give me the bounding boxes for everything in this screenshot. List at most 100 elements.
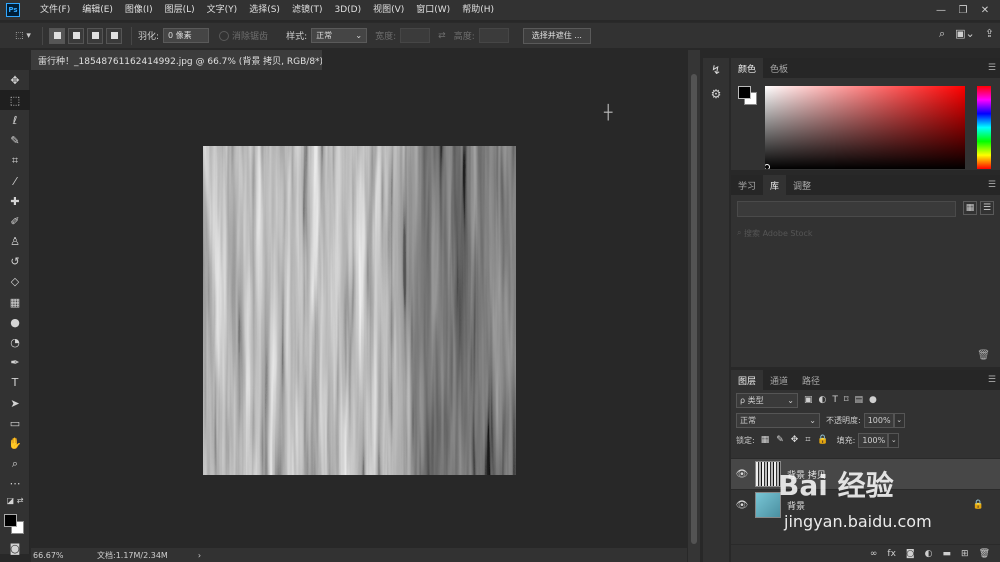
lock-position-icon[interactable]: ✥: [791, 435, 799, 445]
menu-help[interactable]: 帮助(H): [456, 0, 500, 20]
panel-foreground-swatch[interactable]: [738, 86, 751, 99]
zoom-tool-icon[interactable]: ⌕: [0, 454, 30, 474]
tab-color[interactable]: 颜色: [731, 58, 764, 78]
properties-panel-icon[interactable]: ⚙: [703, 82, 729, 106]
height-input[interactable]: [478, 28, 509, 43]
pen-tool-icon[interactable]: ✒: [0, 353, 30, 373]
hand-tool-icon[interactable]: ✋: [0, 433, 30, 453]
lock-transparency-icon[interactable]: ▦: [761, 435, 770, 445]
document-tab[interactable]: 雷行种！_18548761162414992.jpg @ 66.7% (背景 拷…: [31, 50, 322, 70]
lock-artboard-icon[interactable]: ⌗: [805, 435, 810, 445]
rectangle-tool-icon[interactable]: ▭: [0, 413, 30, 433]
quick-select-tool-icon[interactable]: ✎: [0, 131, 30, 151]
trash-icon[interactable]: 🗑: [979, 549, 990, 559]
menu-select[interactable]: 选择(S): [243, 0, 286, 20]
history-panel-icon[interactable]: ↯: [703, 58, 729, 82]
lasso-tool-icon[interactable]: ℓ: [0, 110, 30, 130]
foreground-color-swatch[interactable]: [4, 513, 17, 527]
tab-libraries[interactable]: 库: [763, 175, 787, 195]
menu-view[interactable]: 视图(V): [367, 0, 410, 20]
style-select[interactable]: 正常 ⌄: [311, 28, 368, 43]
panel-menu-icon[interactable]: ☰: [988, 63, 996, 73]
chevron-right-icon[interactable]: ›: [198, 551, 201, 560]
marquee-preset-icon[interactable]: ⬚ ▾: [10, 27, 36, 45]
panel-menu-icon[interactable]: ☰: [988, 180, 996, 190]
history-brush-tool-icon[interactable]: ↺: [0, 252, 30, 272]
library-search[interactable]: ⌕ 搜索 Adobe Stock: [737, 225, 992, 241]
hue-slider[interactable]: [977, 86, 991, 169]
eye-icon[interactable]: 👁: [731, 469, 753, 480]
fx-icon[interactable]: fx: [887, 549, 896, 559]
list-view-icon[interactable]: ☰: [980, 201, 994, 215]
type-tool-icon[interactable]: T: [0, 373, 30, 393]
select-and-mask-button[interactable]: 选择并遮住 ...: [522, 27, 591, 44]
more-tools-icon[interactable]: ⋯: [0, 474, 30, 494]
tab-swatches[interactable]: 色板: [763, 58, 795, 78]
adjustment-icon[interactable]: ◐: [925, 549, 933, 559]
menu-edit[interactable]: 编辑(E): [76, 0, 119, 20]
eraser-tool-icon[interactable]: ◇: [0, 272, 30, 292]
gradient-tool-icon[interactable]: ▦: [0, 292, 30, 312]
antialias-checkbox[interactable]: [219, 30, 230, 41]
menu-file[interactable]: 文件(F): [34, 0, 76, 20]
search-icon[interactable]: ⌕: [939, 27, 945, 41]
share-icon[interactable]: ⇪: [985, 27, 994, 41]
shape-filter-icon[interactable]: ⌑: [844, 395, 849, 405]
lock-all-icon[interactable]: 🔒: [817, 435, 828, 445]
eye-icon[interactable]: 👁: [731, 500, 753, 511]
path-select-tool-icon[interactable]: ➤: [0, 393, 30, 413]
lock-icon[interactable]: 🔒: [973, 500, 984, 510]
menu-type[interactable]: 文字(Y): [201, 0, 244, 20]
filter-toggle-icon[interactable]: ●: [869, 395, 877, 405]
new-selection-button[interactable]: [49, 27, 65, 44]
blend-mode-select[interactable]: 正常 ⌄: [736, 412, 820, 428]
vertical-scrollbar[interactable]: [688, 50, 700, 562]
swap-icon[interactable]: ⇄: [438, 31, 446, 41]
link-icon[interactable]: ∞: [870, 549, 878, 559]
fill-input[interactable]: 100%: [858, 432, 889, 448]
adjustment-filter-icon[interactable]: ◐: [819, 395, 827, 405]
blur-tool-icon[interactable]: ●: [0, 312, 30, 332]
workspace-icon[interactable]: ▣⌄: [955, 27, 975, 41]
library-select[interactable]: [737, 201, 956, 217]
smart-object-filter-icon[interactable]: ▤: [855, 395, 864, 405]
crop-tool-icon[interactable]: ⌗: [0, 151, 30, 171]
menu-layer[interactable]: 图层(L): [159, 0, 201, 20]
add-selection-button[interactable]: [68, 27, 84, 44]
layer-row-background[interactable]: 👁 背景 🔒: [731, 489, 1000, 520]
intersect-selection-button[interactable]: [106, 27, 122, 44]
chevron-down-icon[interactable]: ⌄: [888, 432, 900, 448]
restore-button[interactable]: ❐: [952, 0, 974, 20]
image-canvas[interactable]: [203, 146, 516, 475]
minimize-button[interactable]: —: [930, 0, 952, 20]
dodge-tool-icon[interactable]: ◔: [0, 332, 30, 352]
menu-3d[interactable]: 3D(D): [328, 0, 367, 20]
feather-input[interactable]: 0 像素: [163, 28, 210, 43]
tab-adjustments[interactable]: 调整: [786, 175, 818, 195]
quick-mask-icon[interactable]: ◙: [0, 538, 30, 558]
color-spectrum[interactable]: [765, 86, 965, 169]
type-filter-icon[interactable]: T: [832, 395, 838, 405]
tab-paths[interactable]: 路径: [795, 370, 827, 390]
opacity-input[interactable]: 100%: [863, 412, 894, 428]
menu-image[interactable]: 图像(I): [119, 0, 159, 20]
subtract-selection-button[interactable]: [87, 27, 103, 44]
new-layer-icon[interactable]: ⊞: [961, 549, 969, 559]
image-filter-icon[interactable]: ▣: [804, 395, 813, 405]
marquee-tool-icon[interactable]: ⬚: [0, 90, 30, 111]
menu-window[interactable]: 窗口(W): [410, 0, 456, 20]
eyedropper-tool-icon[interactable]: ⁄: [0, 171, 30, 191]
lock-pixels-icon[interactable]: ✎: [776, 435, 784, 445]
group-icon[interactable]: ▬: [943, 549, 952, 559]
zoom-level[interactable]: 66.67%: [33, 551, 93, 560]
tab-layers[interactable]: 图层: [731, 370, 764, 390]
scroll-thumb[interactable]: [691, 74, 697, 544]
layer-kind-filter[interactable]: ρ 类型 ⌄: [736, 392, 798, 408]
brush-tool-icon[interactable]: ✐: [0, 211, 30, 231]
grid-view-icon[interactable]: ▦: [963, 201, 977, 215]
close-button[interactable]: ✕: [974, 0, 996, 20]
panel-menu-icon[interactable]: ☰: [988, 375, 996, 385]
clone-stamp-tool-icon[interactable]: ♙: [0, 232, 30, 252]
healing-brush-tool-icon[interactable]: ✚: [0, 191, 30, 211]
width-input[interactable]: [400, 28, 431, 43]
